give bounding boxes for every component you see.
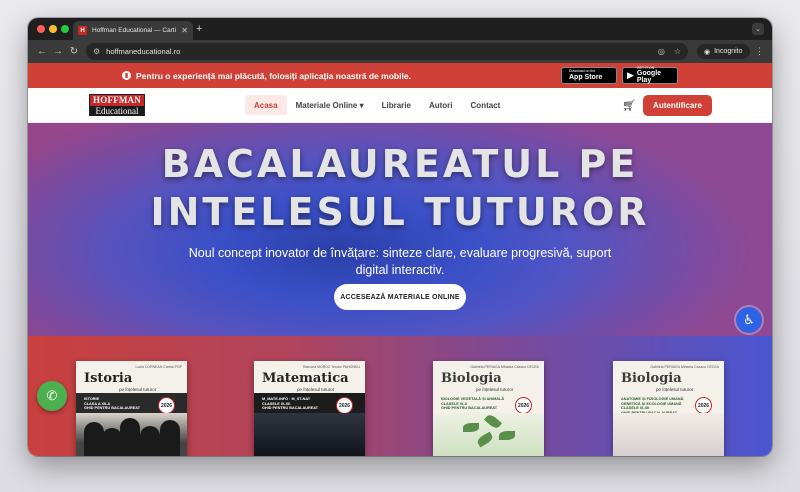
book-subtitle: pe înțelesul tuturor <box>119 387 157 392</box>
nav-item-materiale-online[interactable]: Materiale Online ▾ <box>287 95 373 115</box>
browser-menu-icon[interactable]: ⋮ <box>755 46 764 57</box>
google-play-big-text: Google Play <box>636 70 662 85</box>
maximize-window-button[interactable] <box>61 25 69 33</box>
new-tab-button[interactable]: + <box>196 22 202 36</box>
book-cover-art <box>613 413 724 456</box>
hero-title-line-1: BACALAUREATUL PE <box>161 142 639 186</box>
logo-top-text: HOFFMAN <box>90 95 144 106</box>
book-year-badge: 2026 <box>336 397 353 414</box>
hero-title-line-2: INTELESUL TUTUROR <box>150 190 650 234</box>
google-play-badge[interactable]: ▶ GET IT ON Google Play <box>622 66 678 85</box>
close-window-button[interactable] <box>37 25 45 33</box>
tab-bar: H Hoffman Educational — Carti ✕ + ⌄ <box>28 18 772 40</box>
book-year-badge: 2026 <box>515 397 532 414</box>
hero-section: BACALAUREATUL PE INTELESUL TUTUROR Noul … <box>28 123 772 336</box>
nav-item-contact[interactable]: Contact <box>462 95 510 115</box>
reload-icon[interactable]: ↻ <box>66 46 82 57</box>
promo-text: Pentru o experiență mai plăcută, folosiț… <box>136 70 411 81</box>
accessibility-icon[interactable]: ♿︎ <box>736 307 762 333</box>
app-store-badge[interactable]: Download on the App Store <box>561 67 617 84</box>
logo-bottom-text: Educational <box>90 106 144 116</box>
address-bar[interactable]: ⚙ hoffmaneducational.ro ◎ ☆ <box>86 43 688 60</box>
book-year-badge: 2026 <box>695 397 712 414</box>
book-authors: Gabriela PERIAGA Mihaela Cazacu CECEA <box>650 365 719 369</box>
tab-title: Hoffman Educational — Carti <box>92 27 177 34</box>
book-card-biologia-2[interactable]: Gabriela PERIAGA Mihaela Cazacu CECEA Bi… <box>613 361 724 456</box>
site-logo[interactable]: HOFFMAN Educational <box>89 94 145 116</box>
nav-item-autori[interactable]: Autori <box>420 95 462 115</box>
book-subtitle: pe înțelesul tuturor <box>297 387 335 392</box>
nav-item-acasa[interactable]: Acasa <box>245 95 287 115</box>
book-cover-art <box>433 412 544 456</box>
main-menu: Acasa Materiale Online ▾ Librarie Autori… <box>245 95 509 115</box>
url-text[interactable]: hoffmaneducational.ro <box>106 47 649 56</box>
bookmark-star-icon[interactable]: ☆ <box>674 47 681 56</box>
book-title: Matematica <box>262 371 349 386</box>
book-authors: Ramona MOROZ Teodor PAHONDU <box>302 365 360 369</box>
browser-toolbar: ← → ↻ ⚙ hoffmaneducational.ro ◎ ☆ ◉ Inco… <box>28 40 772 63</box>
nav-item-librarie[interactable]: Librarie <box>373 95 420 115</box>
book-authors: Gabriela PERIAGA Mihaela Cazacu CECEA <box>470 365 539 369</box>
book-title: Istoria <box>84 371 133 386</box>
close-tab-icon[interactable]: ✕ <box>181 26 188 35</box>
cart-icon[interactable]: 🛒︎ <box>622 99 636 112</box>
book-authors: Lucia CORNEAN Carina POP <box>135 365 183 369</box>
book-card-istoria[interactable]: Lucia CORNEAN Carina POP Istoria pe înțe… <box>76 361 187 456</box>
mobile-icon: ▮ <box>122 71 131 80</box>
hero-subtitle: Noul concept inovator de învățare: sinte… <box>188 246 612 277</box>
promo-message: ▮ Pentru o experiență mai plăcută, folos… <box>122 71 411 81</box>
web-page: ▮ Pentru o experiență mai plăcută, folos… <box>28 63 772 456</box>
eye-off-icon[interactable]: ◎ <box>658 47 665 56</box>
book-band-text: ISTORIE CLASA A XII-A GHID PENTRU BACALA… <box>84 397 141 411</box>
book-title: Biologia <box>621 371 682 386</box>
incognito-icon: ◉ <box>704 48 711 56</box>
book-band-text: M_MATE-INFO · M_ST-NAT CLASELE IX-XII GH… <box>262 397 319 411</box>
app-store-big-text: App Store <box>569 73 603 81</box>
book-cover-art <box>254 413 365 456</box>
book-card-biologia-1[interactable]: Gabriela PERIAGA Mihaela Cazacu CECEA Bi… <box>433 361 544 456</box>
book-subtitle: pe înțelesul tuturor <box>656 387 694 392</box>
back-arrow-icon[interactable]: ← <box>34 46 50 57</box>
google-play-icon: ▶ <box>627 70 634 80</box>
app-promo-banner: ▮ Pentru o experiență mai plăcută, folos… <box>28 63 772 88</box>
book-subtitle: pe înțelesul tuturor <box>476 387 514 392</box>
login-button[interactable]: Autentificare <box>643 95 712 116</box>
tab-search-chevron-icon[interactable]: ⌄ <box>752 23 764 35</box>
access-materials-button[interactable]: ACCESEAZĂ MATERIALE ONLINE <box>334 284 466 310</box>
book-cover-art <box>76 413 187 456</box>
incognito-indicator[interactable]: ◉ Incognito <box>697 44 750 59</box>
browser-tab[interactable]: H Hoffman Educational — Carti ✕ <box>73 21 193 40</box>
book-year-badge: 2026 <box>158 397 175 414</box>
book-title: Biologia <box>441 371 502 386</box>
browser-window: H Hoffman Educational — Carti ✕ + ⌄ ← → … <box>28 18 772 456</box>
minimize-window-button[interactable] <box>49 25 57 33</box>
site-favicon-icon: H <box>78 26 87 35</box>
incognito-label: Incognito <box>714 48 743 55</box>
chat-support-icon[interactable]: ✆ <box>37 381 67 411</box>
book-card-matematica[interactable]: Ramona MOROZ Teodor PAHONDU Matematica p… <box>254 361 365 456</box>
forward-arrow-icon[interactable]: → <box>50 46 66 57</box>
book-band-text: BIOLOGIE VEGETALĂ ȘI ANIMALĂ CLASELE IX-… <box>441 397 505 411</box>
site-navbar: HOFFMAN Educational Acasa Materiale Onli… <box>28 88 772 123</box>
books-section: Lucia CORNEAN Carina POP Istoria pe înțe… <box>28 336 772 456</box>
site-info-icon[interactable]: ⚙ <box>93 47 100 56</box>
